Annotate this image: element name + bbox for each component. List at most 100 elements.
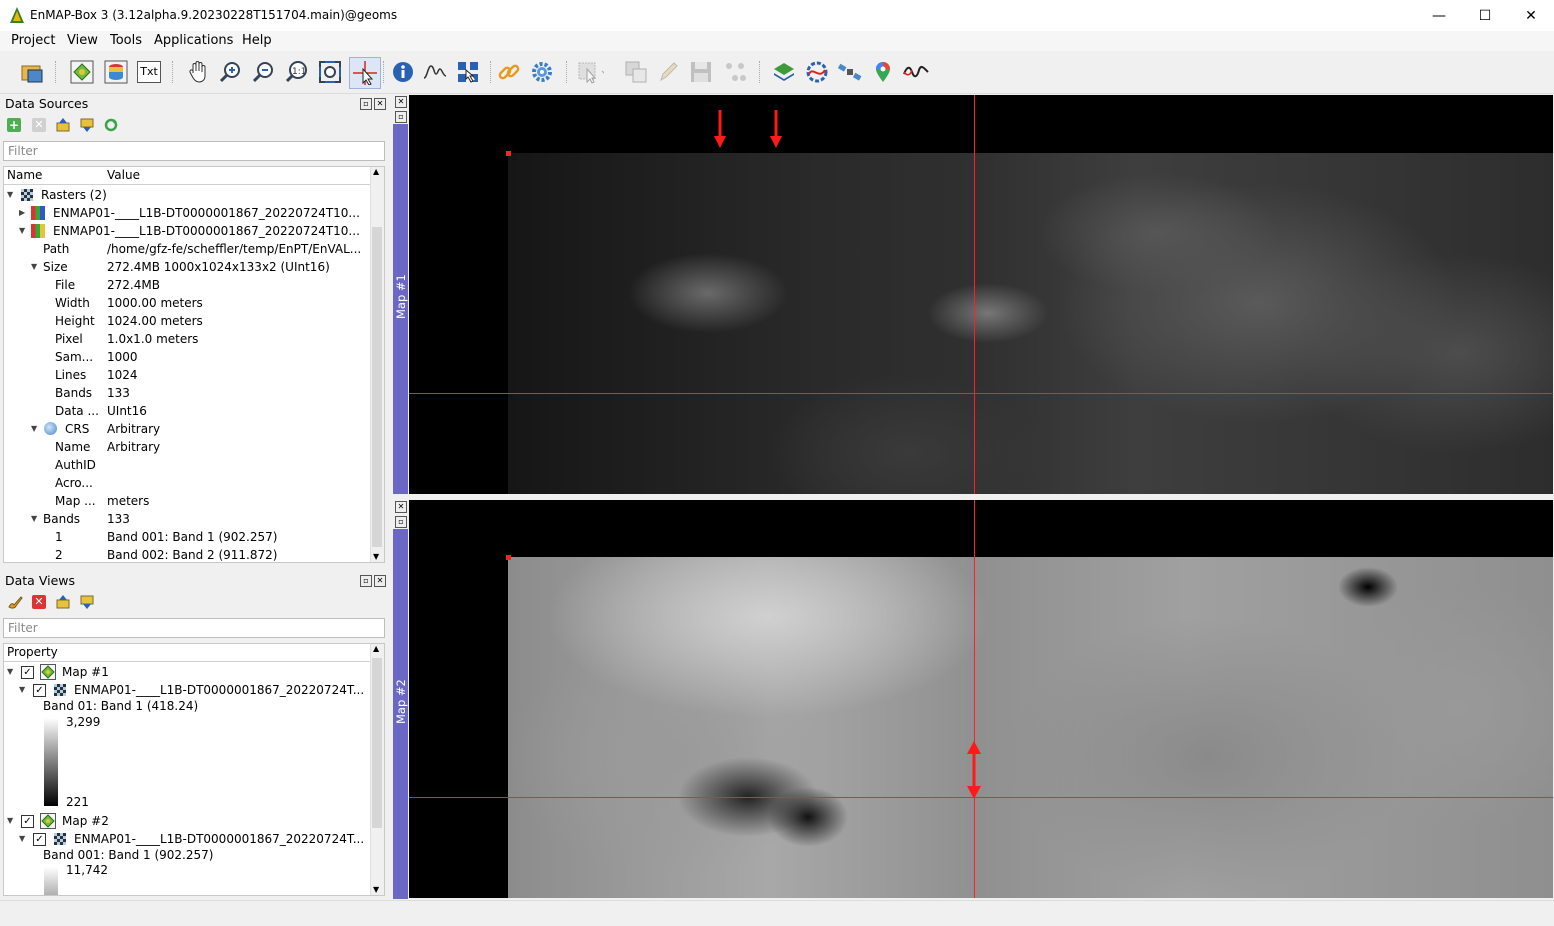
zoom-in-icon[interactable] [218, 59, 244, 85]
raster-stack-icon[interactable] [103, 59, 129, 85]
scroll-thumb[interactable] [372, 227, 382, 547]
text-view-label: Txt [137, 61, 161, 83]
add-data-source-button[interactable]: + [7, 118, 21, 132]
collapse-arrow-icon[interactable]: ▼ [19, 830, 29, 848]
map1-raster-image [508, 153, 1553, 494]
expand-all-icon[interactable] [80, 118, 94, 132]
tree-key: 2 [55, 548, 63, 562]
float-panel-icon[interactable]: ▫ [360, 98, 372, 110]
add-data-source-icon[interactable] [69, 59, 95, 85]
tree-value: 133 [107, 386, 130, 400]
zoom-native-icon[interactable]: 1:1 [284, 59, 310, 85]
scroll-down-icon[interactable]: ▼ [373, 552, 379, 561]
layer-visibility-checkbox[interactable]: ✓ [33, 833, 46, 846]
crosshair-vertical [974, 95, 975, 494]
map1-canvas[interactable] [409, 95, 1553, 494]
cursor-location-icon[interactable] [455, 59, 481, 85]
collapse-arrow-icon[interactable]: ▼ [31, 258, 41, 276]
map1-dock-label[interactable]: Map #1 [393, 124, 408, 494]
link-maps-icon[interactable] [496, 59, 522, 85]
toolbar-separator [490, 61, 493, 83]
layer-visibility-checkbox[interactable]: ✓ [33, 684, 46, 697]
settings-icon[interactable] [529, 59, 555, 85]
pan-icon[interactable] [185, 59, 211, 85]
float-panel-icon[interactable]: ▫ [360, 575, 372, 587]
toolbar-separator [759, 61, 762, 83]
float-map-icon[interactable]: ▫ [395, 111, 407, 123]
add-feature-icon[interactable] [722, 59, 748, 85]
tree-key: AuthID [55, 458, 96, 472]
copy-feature-icon[interactable] [623, 59, 649, 85]
spectral-library-icon[interactable] [903, 59, 929, 85]
open-project-icon[interactable] [19, 59, 45, 85]
raster-layer-icon [31, 206, 45, 220]
menu-view[interactable]: View [67, 33, 98, 48]
tree-key: Height [55, 314, 95, 328]
identify-icon[interactable] [390, 59, 416, 85]
satellite-icon[interactable] [837, 59, 863, 85]
close-panel-icon[interactable]: ✕ [374, 98, 386, 110]
map2-band-label: Band 001: Band 1 (902.257) [43, 848, 214, 862]
data-sources-tree: Name Value ▲ ▼ ▼ Rasters (2) ▶ ENMAP01-_… [3, 166, 385, 563]
zoom-out-icon[interactable] [251, 59, 277, 85]
menu-applications[interactable]: Applications [154, 33, 233, 48]
scroll-thumb[interactable] [372, 658, 382, 828]
close-panel-icon[interactable]: ✕ [374, 575, 386, 587]
menu-help[interactable]: Help [242, 33, 272, 48]
tree-row-path[interactable]: Path /home/gfz-fe/scheffler/temp/EnPT/En… [4, 240, 372, 258]
spectral-profile-icon[interactable] [422, 59, 448, 85]
scroll-down-icon[interactable]: ▼ [373, 885, 379, 894]
float-map-icon[interactable]: ▫ [395, 516, 407, 528]
layers-icon[interactable] [771, 59, 797, 85]
map1-visibility-checkbox[interactable]: ✓ [21, 666, 34, 679]
remove-data-source-button[interactable]: ✕ [32, 118, 46, 132]
collapse-all-icon[interactable] [56, 595, 70, 609]
minimize-button[interactable]: — [1416, 0, 1462, 31]
select-location-icon[interactable] [349, 57, 381, 89]
map2-canvas[interactable] [409, 500, 1553, 898]
collapse-arrow-icon[interactable]: ▼ [7, 186, 17, 204]
map2-dock-label[interactable]: Map #2 [393, 529, 408, 899]
tree-key: ENMAP01-____L1B-DT0000001867_20220724T10… [53, 224, 360, 238]
menu-project[interactable]: Project [11, 33, 55, 48]
close-map-icon[interactable]: ✕ [395, 96, 407, 108]
data-views-filter-input[interactable]: Filter [3, 618, 385, 638]
edit-pencil-icon[interactable] [655, 59, 681, 85]
expand-all-icon[interactable] [80, 595, 94, 609]
menu-tools[interactable]: Tools [110, 33, 142, 48]
data-sources-filter-input[interactable]: Filter [3, 141, 385, 161]
scroll-up-icon[interactable]: ▲ [373, 167, 379, 176]
location-pin-icon[interactable] [870, 59, 896, 85]
remove-view-button[interactable]: ✕ [32, 595, 46, 609]
raster-layer-icon [54, 833, 66, 845]
map2-visibility-checkbox[interactable]: ✓ [21, 815, 34, 828]
close-map-icon[interactable]: ✕ [395, 501, 407, 513]
save-edits-icon[interactable] [688, 59, 714, 85]
map1-color-ramp [44, 718, 58, 806]
maximize-button[interactable]: ☐ [1462, 0, 1508, 31]
processing-icon[interactable] [804, 59, 830, 85]
scroll-up-icon[interactable]: ▲ [373, 644, 379, 653]
brush-icon[interactable] [7, 595, 23, 609]
select-features-icon[interactable] [578, 59, 604, 85]
collapse-arrow-icon[interactable]: ▼ [31, 420, 41, 438]
collapse-arrow-icon[interactable]: ▼ [19, 222, 29, 240]
data-sources-scrollbar[interactable]: ▲ ▼ [370, 167, 384, 562]
close-window-button[interactable]: ✕ [1508, 0, 1554, 31]
refresh-icon[interactable] [104, 118, 118, 132]
data-views-scrollbar[interactable]: ▲ ▼ [370, 644, 384, 895]
column-header-name[interactable]: Name [4, 167, 108, 185]
tree-value: 1000.00 meters [107, 296, 203, 310]
collapse-all-icon[interactable] [56, 118, 70, 132]
column-header-property[interactable]: Property [4, 644, 374, 662]
collapse-arrow-icon[interactable]: ▼ [19, 681, 29, 699]
collapse-arrow-icon[interactable]: ▼ [31, 510, 41, 528]
zoom-full-extent-icon[interactable] [317, 59, 343, 85]
text-view-icon[interactable]: Txt [136, 59, 162, 85]
tree-value: Arbitrary [107, 440, 161, 454]
column-header-value[interactable]: Value [105, 167, 373, 185]
collapse-arrow-icon[interactable]: ▼ [7, 663, 17, 681]
expand-arrow-icon[interactable]: ▶ [19, 204, 29, 222]
toolbar-separator [383, 61, 386, 83]
collapse-arrow-icon[interactable]: ▼ [7, 812, 17, 830]
